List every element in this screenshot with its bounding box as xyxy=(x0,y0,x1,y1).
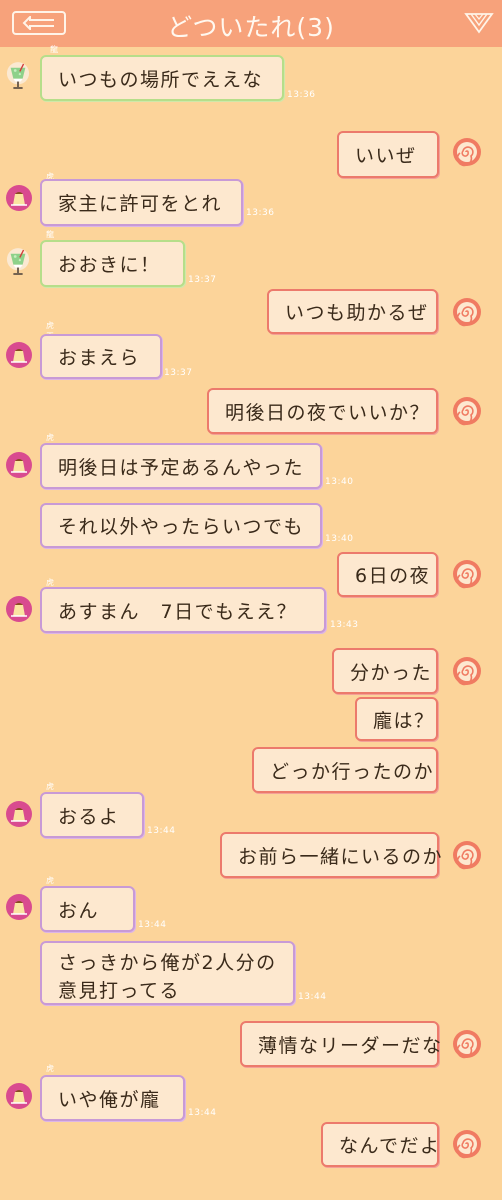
timestamp: 13:37 xyxy=(164,368,193,378)
message-bubble[interactable]: さっきから俺が2人分の 意見打ってる xyxy=(40,941,295,1005)
chat-header: どついたれ(3) xyxy=(0,0,502,47)
timestamp: 13:40 xyxy=(325,477,354,487)
message-bubble[interactable]: 分かった xyxy=(332,648,438,694)
pudding-icon[interactable] xyxy=(6,1083,32,1109)
pudding-icon[interactable] xyxy=(6,596,32,622)
message-bubble[interactable]: あすまん 7日でもええ？ xyxy=(40,587,326,633)
message-bubble[interactable]: 龐は？ xyxy=(355,697,438,741)
message-bubble[interactable]: なんでだよ xyxy=(321,1122,439,1167)
chat-title: どついたれ(3) xyxy=(167,13,335,42)
message-bubble[interactable]: いつも助かるぜ xyxy=(267,289,438,334)
cream-soda-icon[interactable] xyxy=(6,248,30,276)
swirl-icon[interactable] xyxy=(452,656,482,686)
message-bubble[interactable]: おん xyxy=(40,886,135,932)
swirl-icon[interactable] xyxy=(452,559,482,589)
cream-soda-icon[interactable] xyxy=(6,62,30,90)
message-line: 意見打ってる xyxy=(58,980,181,1002)
message-bubble[interactable]: 6日の夜 xyxy=(337,552,438,597)
swirl-icon[interactable] xyxy=(452,297,482,327)
timestamp: 13:44 xyxy=(147,826,176,836)
message-bubble[interactable]: 明後日は予定あるんやった xyxy=(40,443,322,489)
message-line: さっきから俺が2人分の xyxy=(58,952,277,974)
swirl-icon[interactable] xyxy=(452,1029,482,1059)
message-bubble[interactable]: おまえら xyxy=(40,334,162,379)
swirl-icon[interactable] xyxy=(452,840,482,870)
pudding-icon[interactable] xyxy=(6,452,32,478)
message-bubble[interactable]: おおきに！ xyxy=(40,240,185,287)
timestamp: 13:43 xyxy=(330,620,359,630)
pudding-icon[interactable] xyxy=(6,185,32,211)
timestamp: 13:40 xyxy=(325,534,354,544)
pudding-icon[interactable] xyxy=(6,894,32,920)
triangle-menu-icon[interactable] xyxy=(464,10,494,36)
timestamp: 13:36 xyxy=(246,208,275,218)
pudding-icon[interactable] xyxy=(6,801,32,827)
swirl-icon[interactable] xyxy=(452,137,482,167)
timestamp: 13:44 xyxy=(138,920,167,930)
message-bubble[interactable]: いや俺が龐 xyxy=(40,1075,185,1121)
timestamp: 13:44 xyxy=(298,992,327,1002)
sender-name: 龍 xyxy=(46,230,54,239)
pudding-icon[interactable] xyxy=(6,342,32,368)
message-bubble[interactable]: 家主に許可をとれ xyxy=(40,179,243,226)
timestamp: 13:36 xyxy=(287,90,316,100)
timestamp: 13:37 xyxy=(188,275,217,285)
message-bubble[interactable]: 明後日の夜でいいか？ xyxy=(207,388,438,434)
message-bubble[interactable]: いいぜ xyxy=(337,131,439,178)
message-bubble[interactable]: おるよ xyxy=(40,792,144,838)
timestamp: 13:44 xyxy=(188,1108,217,1118)
swirl-icon[interactable] xyxy=(452,396,482,426)
message-bubble[interactable]: それ以外やったらいつでも xyxy=(40,503,322,548)
message-bubble[interactable]: どっか行ったのか xyxy=(252,747,438,793)
message-bubble[interactable]: お前ら一緒にいるのか xyxy=(220,832,442,878)
message-bubble[interactable]: いつもの場所でええな xyxy=(40,55,284,101)
sender-name: 龍 xyxy=(50,45,58,54)
swirl-icon[interactable] xyxy=(452,1129,482,1159)
message-bubble[interactable]: 薄情なリーダーだな xyxy=(240,1021,441,1067)
